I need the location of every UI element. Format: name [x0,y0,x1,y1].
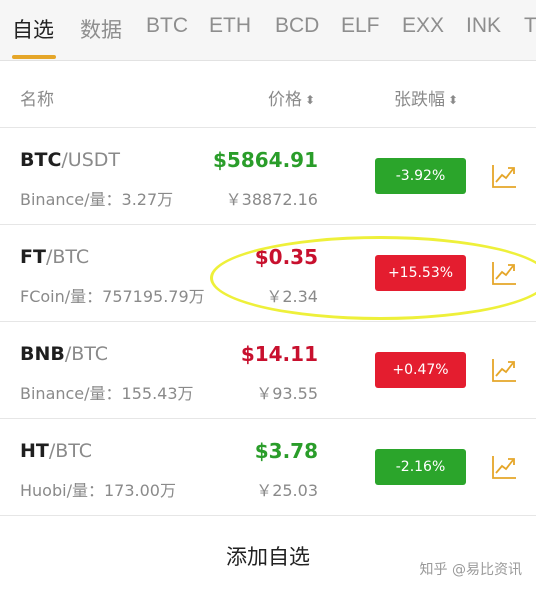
table-row[interactable]: FT/BTC FCoin/量：757195.79万 $0.35 ￥2.34 +1… [0,225,536,322]
active-tab-indicator [12,55,56,59]
trading-pair: BTC/USDT [20,149,120,171]
exchange-volume: Binance/量：3.27万 [20,190,174,209]
cny-price: ￥93.55 [256,384,318,403]
base-symbol: FT [20,246,46,268]
table-row[interactable]: BTC/USDT Binance/量：3.27万 $5864.91 ￥38872… [0,128,536,225]
quote-symbol: /USDT [61,149,120,171]
trend-chart-icon[interactable] [491,357,517,383]
base-symbol: BNB [20,343,65,365]
sort-icon: ⬍ [305,93,316,107]
change-badge[interactable]: +15.53% [375,255,466,291]
change-badge[interactable]: -3.92% [375,158,466,194]
trend-chart-icon[interactable] [491,163,517,189]
price-header-label: 价格 [268,90,302,110]
name-column-header: 名称 [20,90,54,110]
cny-price: ￥25.03 [256,481,318,500]
trading-pair: FT/BTC [20,246,89,268]
quote-symbol: /BTC [64,343,109,365]
tab-elf[interactable]: ELF [341,14,380,38]
cny-price: ￥38872.16 [225,190,318,209]
tab-bcd[interactable]: BCD [275,14,319,38]
usd-price: $14.11 [240,342,318,366]
bottom-bar: 添加自选 知乎 @易比资讯 [0,519,536,592]
tab-t[interactable]: T [524,14,536,38]
watermark: 知乎 @易比资讯 [419,562,522,578]
sort-icon: ⬍ [448,93,459,107]
change-column-header[interactable]: 张跌幅 ⬍ [394,85,458,110]
change-header-label: 张跌幅 [394,90,445,110]
exchange-volume: FCoin/量：757195.79万 [20,287,205,306]
change-badge[interactable]: +0.47% [375,352,466,388]
add-watchlist-button[interactable]: 添加自选 [0,519,536,592]
tab-data[interactable]: 数据 [80,14,122,44]
trend-chart-icon[interactable] [491,260,517,286]
tab-exx[interactable]: EXX [402,14,444,38]
column-header: 名称 价格 ⬍ 张跌幅 ⬍ [0,61,536,128]
trading-pair: HT/BTC [20,440,92,462]
usd-price: $0.35 [254,245,318,269]
trend-chart-icon[interactable] [491,454,517,480]
usd-price: $5864.91 [212,148,318,172]
cny-price: ￥2.34 [266,287,318,306]
base-symbol: HT [20,440,49,462]
quote-symbol: /BTC [45,246,90,268]
usd-price: $3.78 [254,439,318,463]
exchange-volume: Binance/量：155.43万 [20,384,194,403]
tab-bar: 自选 数据 BTC ETH BCD ELF EXX INK T [0,0,536,61]
exchange-volume: Huobi/量：173.00万 [20,481,176,500]
table-row[interactable]: HT/BTC Huobi/量：173.00万 $3.78 ￥25.03 -2.1… [0,419,536,516]
tab-watchlist[interactable]: 自选 [12,14,54,44]
price-column-header[interactable]: 价格 ⬍ [268,85,315,110]
tab-eth[interactable]: ETH [209,14,251,38]
change-badge[interactable]: -2.16% [375,449,466,485]
quote-symbol: /BTC [48,440,93,462]
table-row[interactable]: BNB/BTC Binance/量：155.43万 $14.11 ￥93.55 … [0,322,536,419]
base-symbol: BTC [20,149,62,171]
tab-ink[interactable]: INK [466,14,501,38]
trading-pair: BNB/BTC [20,343,108,365]
tab-btc[interactable]: BTC [146,14,188,38]
